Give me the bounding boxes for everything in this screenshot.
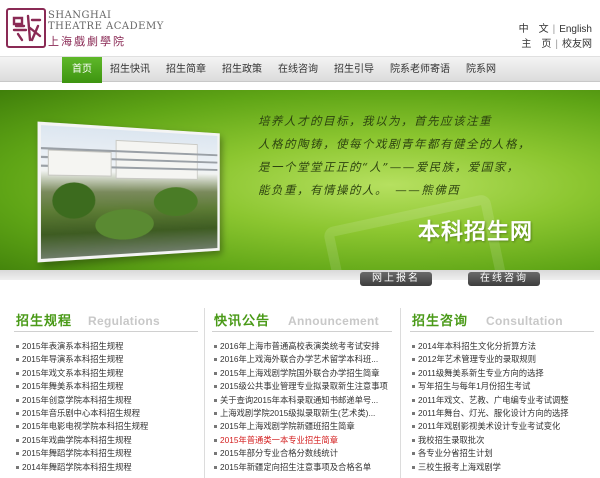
list-item[interactable]: 2015年上海戏剧学院新疆班招生简章 [212,420,392,433]
tree [95,209,153,241]
top-links: 中 文 | English 主 页 | 校友网 [519,22,592,52]
list-item[interactable]: 2015年戏曲学院本科招生规程 [14,434,198,447]
list-item[interactable]: 2012年艺术管理专业的录取规则 [410,353,594,366]
list-item[interactable]: 三校生报考上海戏剧学 [410,461,594,474]
nav-guide[interactable]: 招生引导 [326,57,382,83]
nav-teacher-message[interactable]: 院系老师寄语 [382,57,458,83]
column-divider [204,308,205,478]
consultation-list: 2014年本科招生文化分折算方法 2012年艺术管理专业的录取规则 2011级舞… [410,340,594,474]
list-item[interactable]: 2015年舞蹈学院本科招生规程 [14,447,198,460]
list-item[interactable]: 2011年舞台、灯光、服化设计方向的选择 [410,407,594,420]
list-item[interactable]: 2015年上海戏剧学院国外联合办学招生简章 [212,367,392,380]
main-nav: 首页 招生快讯 招生简章 招生政策 在线咨询 招生引导 院系老师寄语 院系网 [0,56,600,82]
separator: | [551,37,562,52]
consultation-header: 招生咨询 Consultation [410,304,594,332]
logo-en-line2: THEATRE ACADEMY [48,21,164,32]
list-item[interactable]: 2011级舞美系新生专业方向的选择 [410,367,594,380]
quote-line: 培养人才的目标，我以为，首先应该注重 [258,110,588,133]
list-item[interactable]: 写年招生与每年1月份招生考试 [410,380,594,393]
list-item[interactable]: 2015年舞美系本科招生规程 [14,380,198,393]
list-item[interactable]: 2016年上海市普通高校表演类统考考试安排 [212,340,392,353]
consultation-title-en: Consultation [486,314,563,328]
regulations-title[interactable]: 招生规程 [16,310,72,329]
announcement-column: 快讯公告 Announcement 2016年上海市普通高校表演类统考考试安排 … [212,304,392,478]
regulations-title-en: Regulations [88,314,160,328]
founder-quote: 培养人才的目标，我以为，首先应该注重 人格的陶铸，使每个戏剧青年都有健全的人格，… [258,110,588,202]
regulations-list: 2015年表演系本科招生规程 2015年导演系本科招生规程 2015年戏文系本科… [14,340,198,474]
page: SHANGHAI THEATRE ACADEMY 上海戲劇學院 中 文 | Engl… [0,0,600,478]
regulations-header: 招生规程 Regulations [14,304,198,332]
online-register-button[interactable]: 网上报名 [360,272,432,286]
announcement-title[interactable]: 快讯公告 [214,310,270,329]
lang-chinese-link[interactable]: 中 文 [519,22,549,37]
logo-english-name: SHANGHAI THEATRE ACADEMY [48,10,164,32]
list-item[interactable]: 关于查询2015年本科录取通知书邮递单号... [212,394,392,407]
nav-news[interactable]: 招生快讯 [102,57,158,83]
list-item[interactable]: 2015年部分专业合格分数线统计 [212,447,392,460]
list-item[interactable]: 2015年表演系本科招生规程 [14,340,198,353]
announcement-header: 快讯公告 Announcement [212,304,392,332]
regulations-column: 招生规程 Regulations 2015年表演系本科招生规程 2015年导演系… [14,304,198,478]
lang-english-link[interactable]: English [559,22,592,37]
campus-photo [38,122,220,263]
quote-line: 能负重，有情操的人。 ——熊佛西 [258,179,588,202]
nav-department-sites[interactable]: 院系网 [458,57,504,83]
home-link[interactable]: 主 页 [521,37,551,52]
logo-en-line1: SHANGHAI [48,10,164,21]
list-item[interactable]: 上海戏剧学院2015级拟录取新生(艺术类)... [212,407,392,420]
list-item[interactable]: 各专业分省招生计划 [410,447,594,460]
consultation-title[interactable]: 招生咨询 [412,310,468,329]
nav-online-consult[interactable]: 在线咨询 [270,57,326,83]
nav-home[interactable]: 首页 [62,57,102,83]
building [48,149,112,176]
hero-banner: 培养人才的目标，我以为，首先应该注重 人格的陶铸，使每个戏剧青年都有健全的人格，… [0,90,600,280]
logo-chinese-name: 上海戲劇學院 [48,33,126,49]
nav-policy[interactable]: 招生政策 [214,57,270,83]
list-item[interactable]: 2015年戏文系本科招生规程 [14,367,198,380]
column-divider [400,308,401,478]
announcement-title-en: Announcement [288,314,379,328]
announcement-list: 2016年上海市普通高校表演类统考考试安排 2016年上戏海外联合办学艺术留学本… [212,340,392,474]
list-item[interactable]: 2011年戏文、艺教、广电编专业考试调整 [410,394,594,407]
list-item[interactable]: 2014年本科招生文化分折算方法 [410,340,594,353]
quote-line: 人格的陶铸，使每个戏剧青年都有健全的人格， [258,133,588,156]
list-item[interactable]: 2015年导演系本科招生规程 [14,353,198,366]
nav-brochure[interactable]: 招生简章 [158,57,214,83]
list-item[interactable]: 2014年舞蹈学院本科招生规程 [14,461,198,474]
list-item[interactable]: 2015年新疆定向招生注意事项及合格名单 [212,461,392,474]
list-item[interactable]: 2015年电影电视学院本科招生规程 [14,420,198,433]
tree [52,182,95,219]
list-item[interactable]: 2016年上戏海外联合办学艺术留学本科班... [212,353,392,366]
online-consult-button[interactable]: 在线咨询 [468,272,540,286]
tree [154,187,198,216]
list-item-highlighted[interactable]: 2015年普通类一本专业招生简章 [212,434,392,447]
alumni-link[interactable]: 校友网 [562,37,592,52]
list-item[interactable]: 2015年音乐剧中心本科招生规程 [14,407,198,420]
list-item[interactable]: 2011年戏剧影视美术设计专业考试变化 [410,420,594,433]
header: SHANGHAI THEATRE ACADEMY 上海戲劇學院 中 文 | Engl… [0,0,600,56]
quote-line: 是一个堂堂正正的“人”——爱民族，爱国家， [258,156,588,179]
list-item[interactable]: 2015年创意学院本科招生规程 [14,394,198,407]
consultation-column: 招生咨询 Consultation 2014年本科招生文化分折算方法 2012年… [410,304,594,478]
academy-logo-icon[interactable] [6,8,46,48]
list-item[interactable]: 2015级公共事业管理专业拟录取新生注意事项 [212,380,392,393]
list-item[interactable]: 我校招生录取批次 [410,434,594,447]
banner-headline: 本科招生网 [418,214,533,246]
separator: | [549,22,560,37]
